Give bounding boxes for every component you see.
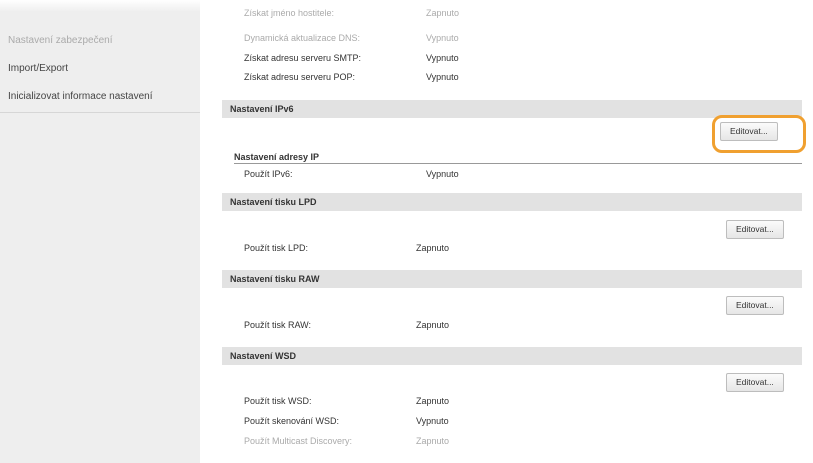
settings-row: Získat adresu serveru SMTP: Vypnuto (244, 53, 544, 65)
row-label: Použít IPv6: (244, 169, 293, 179)
settings-row: Použít Multicast Discovery: Zapnuto (244, 436, 544, 448)
sidebar-divider (0, 112, 200, 113)
settings-row: Použít tisk RAW: Zapnuto (244, 320, 544, 332)
top-fade-overlay (0, 0, 813, 12)
settings-row: Použít tisk WSD: Zapnuto (244, 396, 544, 408)
row-value: Vypnuto (426, 72, 459, 82)
subsection-title-ip-address: Nastavení adresy IP (234, 152, 320, 162)
settings-row: Použít tisk LPD: Zapnuto (244, 243, 544, 255)
row-value: Zapnuto (416, 320, 450, 330)
section-title: Nastavení tisku LPD (230, 197, 317, 207)
subsection-divider (234, 163, 802, 164)
row-label: Použít skenování WSD: (244, 416, 340, 426)
row-label: Použít tisk LPD: (244, 243, 309, 253)
settings-row: Použít skenování WSD: Vypnuto (244, 416, 544, 428)
sidebar-item-initialize-settings[interactable]: Inicializovat informace nastavení (8, 91, 153, 102)
section-header-wsd: Nastavení WSD (222, 347, 802, 365)
sidebar: Nastavení zabezpečení Import/Export Inic… (0, 0, 200, 463)
edit-ipv6-button[interactable]: Editovat... (720, 122, 778, 141)
settings-row: Použít IPv6: Vypnuto (244, 169, 544, 181)
row-label: Dynamická aktualizace DNS: (244, 33, 361, 43)
edit-wsd-button[interactable]: Editovat... (726, 373, 784, 392)
row-label: Použít tisk RAW: (244, 320, 312, 330)
section-header-raw: Nastavení tisku RAW (222, 270, 802, 288)
edit-lpd-button[interactable]: Editovat... (726, 220, 784, 239)
settings-row: Získat adresu serveru POP: Vypnuto (244, 72, 544, 84)
row-label: Získat adresu serveru SMTP: (244, 53, 362, 63)
row-value: Zapnuto (416, 396, 450, 406)
section-header-lpd: Nastavení tisku LPD (222, 193, 802, 211)
edit-raw-button[interactable]: Editovat... (726, 296, 784, 315)
section-header-ipv6: Nastavení IPv6 (222, 100, 802, 118)
section-title: Nastavení IPv6 (230, 104, 294, 114)
row-value: Zapnuto (416, 243, 450, 253)
row-label: Získat adresu serveru POP: (244, 72, 356, 82)
section-title: Nastavení WSD (230, 351, 297, 361)
section-title: Nastavení tisku RAW (230, 274, 320, 284)
settings-row: Dynamická aktualizace DNS: Vypnuto (244, 33, 544, 45)
row-value: Vypnuto (426, 33, 459, 43)
row-label: Použít tisk WSD: (244, 396, 312, 406)
row-value: Vypnuto (426, 169, 459, 179)
sidebar-item-security-settings[interactable]: Nastavení zabezpečení (8, 35, 113, 46)
row-value: Vypnuto (416, 416, 449, 426)
row-label: Použít Multicast Discovery: (244, 436, 353, 446)
row-value: Zapnuto (416, 436, 450, 446)
row-value: Vypnuto (426, 53, 459, 63)
main-content: Získat jméno hostitele: Zapnuto Dynamick… (200, 0, 813, 463)
sidebar-item-import-export[interactable]: Import/Export (8, 63, 68, 74)
